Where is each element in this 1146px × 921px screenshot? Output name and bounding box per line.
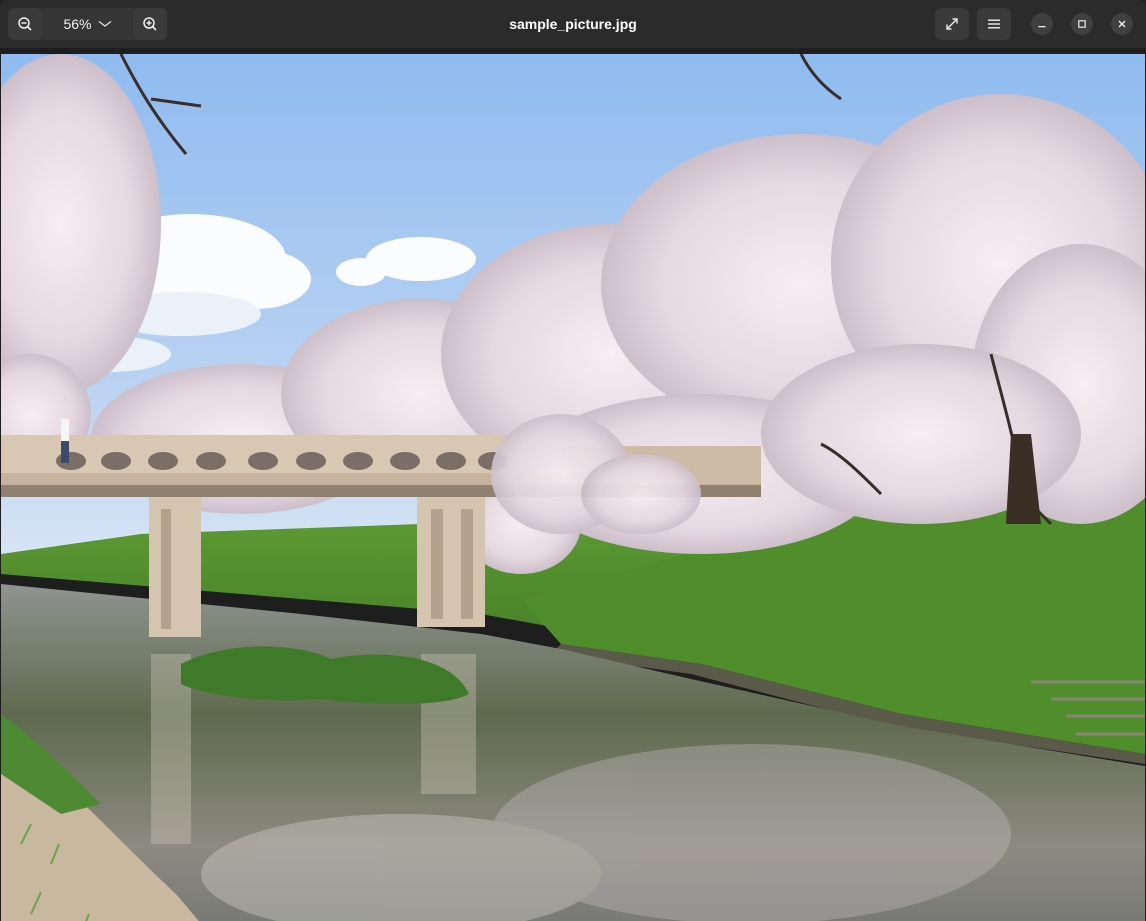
zoom-out-button[interactable] — [8, 8, 42, 40]
zoom-controls: 56% — [8, 8, 167, 40]
zoom-out-icon — [18, 17, 32, 31]
minimize-icon — [1038, 26, 1046, 28]
header-bar: 56% sample_picture.jpg — [0, 0, 1146, 48]
maximize-icon — [1078, 20, 1086, 28]
close-button[interactable] — [1111, 13, 1133, 35]
zoom-level-dropdown[interactable]: 56% — [42, 8, 133, 40]
image-canvas[interactable] — [0, 48, 1146, 921]
window-title: sample_picture.jpg — [509, 16, 637, 32]
image-viewer-window: 56% sample_picture.jpg — [0, 0, 1146, 921]
fullscreen-button[interactable] — [935, 8, 969, 40]
minimize-button[interactable] — [1031, 13, 1053, 35]
main-menu-button[interactable] — [977, 8, 1011, 40]
hamburger-menu-icon — [988, 19, 1000, 29]
zoom-in-button[interactable] — [133, 8, 167, 40]
displayed-photo — [1, 54, 1145, 921]
maximize-button[interactable] — [1071, 13, 1093, 35]
chevron-down-icon — [98, 20, 112, 28]
fullscreen-icon — [946, 18, 958, 30]
close-icon — [1118, 20, 1126, 28]
zoom-in-icon — [143, 17, 157, 31]
zoom-level-text: 56% — [63, 16, 92, 32]
